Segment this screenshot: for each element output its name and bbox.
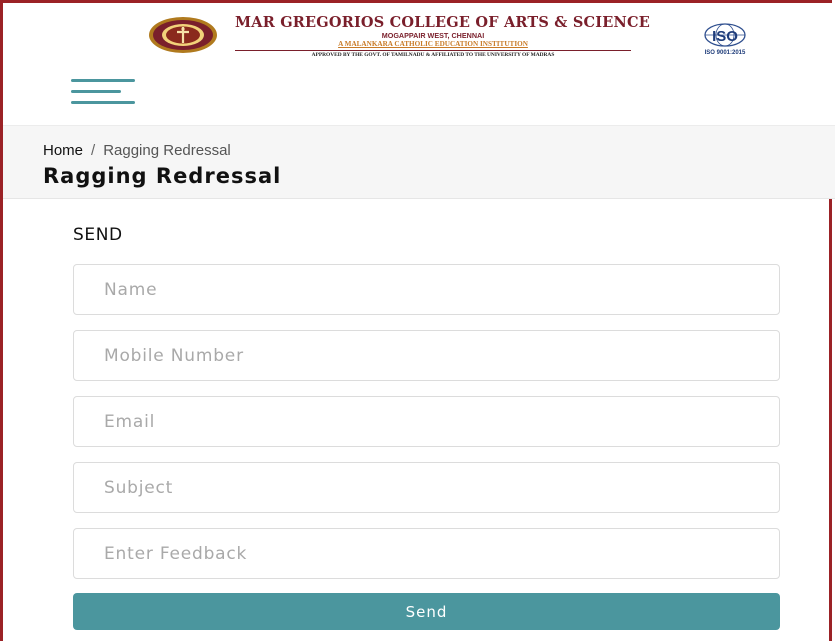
college-tagline: A MALANKARA CATHOLIC EDUCATION INSTITUTI… [338,40,528,48]
iso-badge-icon: ISO ISO 9001:2015 [704,23,746,56]
iso-cert-text: ISO 9001:2015 [705,50,746,56]
college-approval-text: APPROVED BY THE GOVT. OF TAMILNADU & AFF… [235,50,631,59]
email-input[interactable] [73,396,780,447]
iso-text: ISO [712,28,738,45]
college-logo-icon[interactable] [147,15,219,55]
mobile-number-input[interactable] [73,330,780,381]
form-heading: SEND [73,225,123,245]
breadcrumb-current: Ragging Redressal [103,142,231,159]
breadcrumb: Home / Ragging Redressal [43,142,231,159]
page-title: Ragging Redressal [43,164,282,188]
subject-input[interactable] [73,462,780,513]
college-location: MOGAPPAIR WEST, CHENNAI [381,31,485,40]
name-input[interactable] [73,264,780,315]
send-button[interactable]: Send [73,593,780,630]
college-title-block: MAR GREGORIOS COLLEGE OF ARTS & SCIENCE … [235,14,650,59]
breadcrumb-separator: / [91,142,96,159]
site-header: MAR GREGORIOS COLLEGE OF ARTS & SCIENCE … [3,3,835,125]
breadcrumb-section: Home / Ragging Redressal Ragging Redressal [3,125,835,199]
breadcrumb-home-link[interactable]: Home [43,142,83,159]
hamburger-menu-icon[interactable] [71,79,135,105]
college-name: MAR GREGORIOS COLLEGE OF ARTS & SCIENCE [235,14,650,31]
feedback-input[interactable] [73,528,780,579]
page-frame: MAR GREGORIOS COLLEGE OF ARTS & SCIENCE … [0,0,835,641]
